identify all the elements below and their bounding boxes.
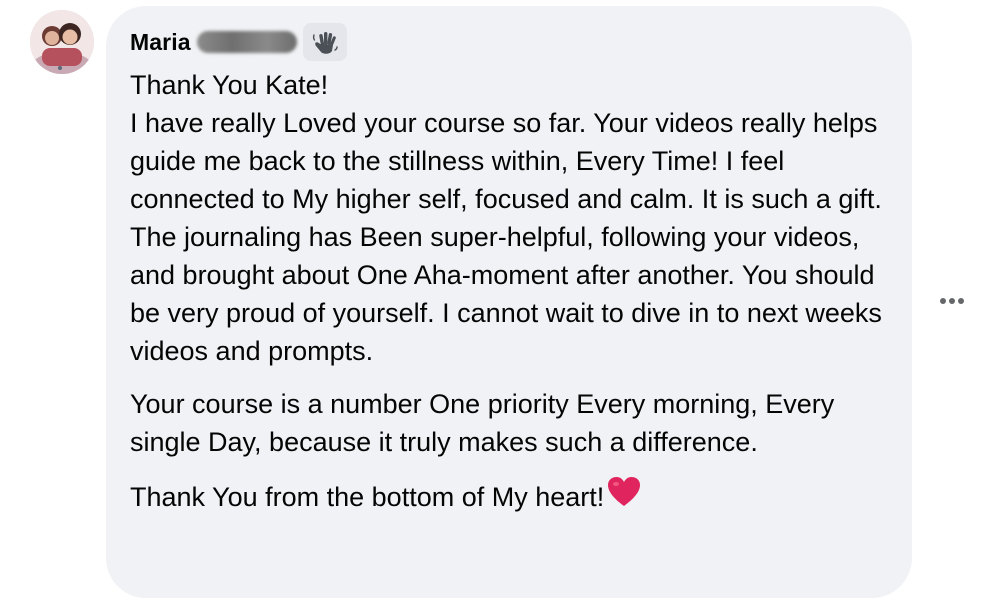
comment-header: Maria <box>130 22 347 62</box>
comment-paragraph-3: Thank You from the bottom of My heart! <box>130 482 605 512</box>
comment-paragraph-3-row: Thank You from the bottom of My heart! <box>130 476 900 518</box>
more-options-button[interactable] <box>932 286 972 316</box>
avatar[interactable] <box>30 10 94 74</box>
comment-bubble: Maria Thank You Kate! I have really Love… <box>106 6 912 598</box>
redacted-surname <box>196 31 297 53</box>
comment-paragraph-1: Thank You Kate! I have really Loved your… <box>130 70 882 366</box>
author-name[interactable]: Maria <box>130 29 191 56</box>
wave-hand-icon[interactable] <box>302 23 347 61</box>
avatar-photo-icon <box>30 10 94 74</box>
more-options-dot <box>958 298 964 304</box>
comment-row: Maria Thank You Kate! I have really Love… <box>0 0 994 604</box>
comment-paragraph-2: Your course is a number One priority Eve… <box>130 389 835 457</box>
more-options-icon <box>940 298 946 304</box>
more-options-dot <box>949 298 955 304</box>
comment-text: Thank You Kate! I have really Loved your… <box>130 66 900 533</box>
red-heart-icon <box>607 476 641 518</box>
